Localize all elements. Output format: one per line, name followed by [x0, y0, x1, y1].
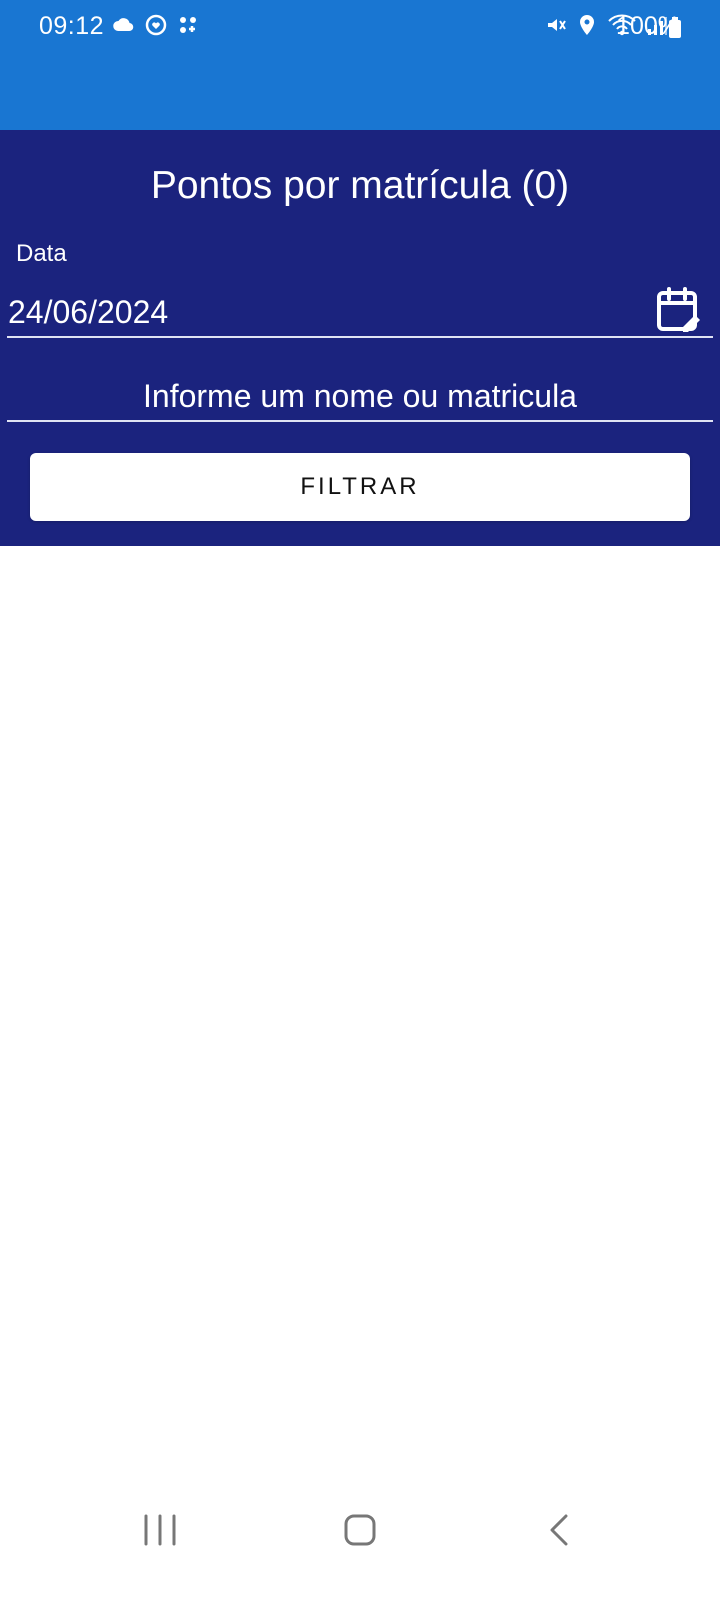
filter-button[interactable]: FILTRAR [30, 453, 690, 521]
search-input[interactable] [7, 374, 713, 418]
status-left-icons [112, 13, 200, 37]
recents-icon[interactable] [136, 1506, 184, 1554]
status-row: 09:12 100% [0, 0, 720, 54]
mute-icon [544, 13, 568, 37]
date-field[interactable]: 24/06/2024 [7, 287, 713, 338]
back-icon[interactable] [536, 1506, 584, 1554]
heart-sync-icon [144, 13, 168, 37]
status-bar: 09:12 100% [0, 0, 720, 130]
date-label: Data [16, 240, 67, 267]
battery-icon [667, 16, 683, 40]
page-title: Pontos por matrícula (0) [150, 164, 570, 207]
content-area [0, 546, 720, 1486]
apps-icon [176, 13, 200, 37]
header: Pontos por matrícula (0) Data 24/06/2024… [0, 130, 720, 546]
navigation-bar [0, 1486, 720, 1600]
date-value[interactable]: 24/06/2024 [8, 294, 168, 331]
cloud-icon [112, 13, 136, 37]
home-icon[interactable] [336, 1506, 384, 1554]
status-time: 09:12 [39, 12, 105, 40]
calendar-edit-icon[interactable] [655, 285, 705, 335]
search-field[interactable] [7, 374, 713, 422]
location-icon [576, 13, 598, 37]
